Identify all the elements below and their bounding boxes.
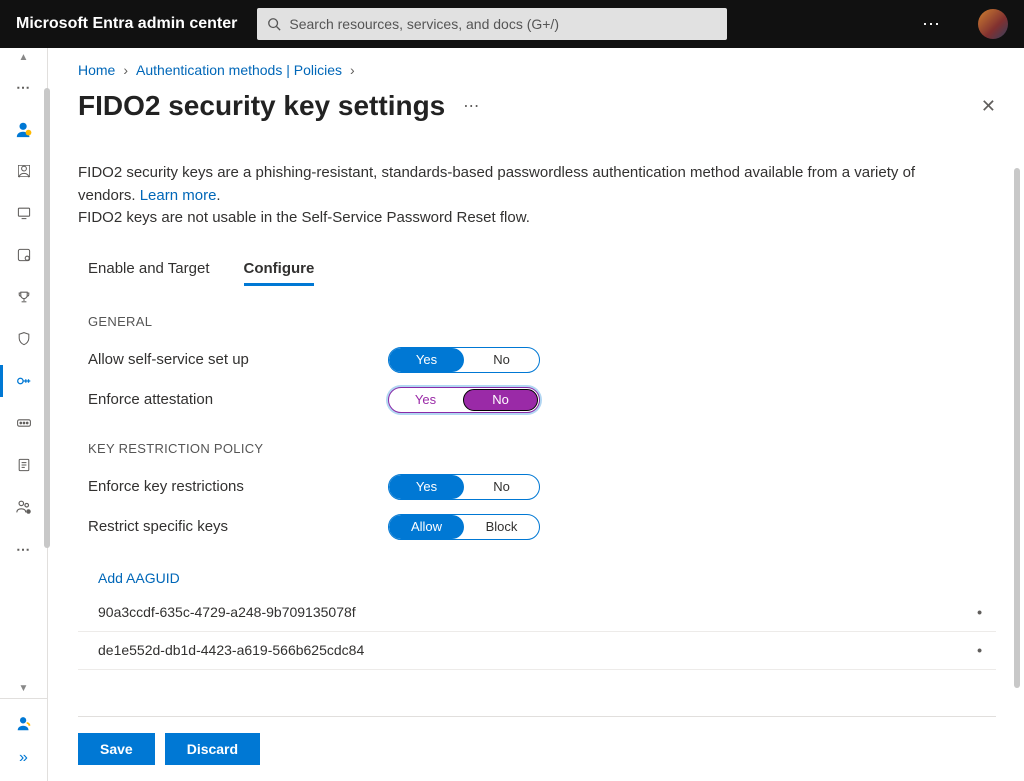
toggle-option-no[interactable]: No <box>463 389 538 411</box>
close-icon[interactable]: ✕ <box>981 96 996 117</box>
page-description: FIDO2 security keys are a phishing-resis… <box>78 162 948 230</box>
user-avatar[interactable] <box>978 9 1008 39</box>
search-input[interactable]: Search resources, services, and docs (G+… <box>257 8 727 40</box>
page-title: FIDO2 security key settings <box>78 90 445 122</box>
search-icon <box>267 17 281 31</box>
toggle-option-yes[interactable]: Yes <box>389 388 462 412</box>
main-content: Home › Authentication methods | Policies… <box>48 48 1024 781</box>
add-aaguid-link[interactable]: Add AAGUID <box>98 570 996 586</box>
header-more-icon[interactable]: ⋯ <box>922 14 942 35</box>
learn-more-link[interactable]: Learn more <box>140 187 217 204</box>
nav-shield-icon[interactable] <box>14 329 34 349</box>
toggle-option-yes[interactable]: Yes <box>389 348 464 372</box>
toggle-option-yes[interactable]: Yes <box>389 475 464 499</box>
row-more-icon[interactable]: • <box>977 642 982 658</box>
nav-people-icon[interactable] <box>14 497 34 517</box>
tab-enable-and-target[interactable]: Enable and Target <box>88 260 210 286</box>
toggle-restrict-keys[interactable]: Allow Block <box>388 514 540 540</box>
chevron-right-icon: › <box>123 62 128 78</box>
toggle-option-allow[interactable]: Allow <box>389 515 464 539</box>
toggle-option-no[interactable]: No <box>464 475 539 499</box>
aaguid-row[interactable]: de1e552d-db1d-4423-a619-566b625cdc84 • <box>78 632 996 670</box>
toggle-attestation[interactable]: Yes No <box>388 387 540 413</box>
toggle-key-restrictions[interactable]: Yes No <box>388 474 540 500</box>
breadcrumb-auth-methods[interactable]: Authentication methods | Policies <box>136 62 342 78</box>
toggle-self-service[interactable]: Yes No <box>388 347 540 373</box>
footer: Save Discard <box>78 716 996 781</box>
left-nav: ▲ ⋯ <box>0 48 48 781</box>
breadcrumb: Home › Authentication methods | Policies… <box>78 62 996 78</box>
discard-button[interactable]: Discard <box>165 733 260 765</box>
label-self-service: Allow self-service set up <box>88 351 388 368</box>
top-header: Microsoft Entra admin center Search reso… <box>0 0 1024 48</box>
save-button[interactable]: Save <box>78 733 155 765</box>
nav-app-icon[interactable] <box>14 245 34 265</box>
label-key-restrictions: Enforce key restrictions <box>88 478 388 495</box>
chevron-right-icon: › <box>350 62 355 78</box>
tabs: Enable and Target Configure <box>88 260 996 286</box>
section-general: GENERAL <box>88 314 996 329</box>
nav-scroll-up[interactable]: ▲ <box>15 48 33 67</box>
app-title: Microsoft Entra admin center <box>16 15 237 33</box>
main-scrollbar[interactable] <box>1014 168 1020 688</box>
nav-document-icon[interactable] <box>14 455 34 475</box>
toggle-option-block[interactable]: Block <box>464 515 539 539</box>
nav-key-icon[interactable] <box>14 371 34 391</box>
nav-trophy-icon[interactable] <box>14 287 34 307</box>
section-key-restriction: KEY RESTRICTION POLICY <box>88 441 996 456</box>
label-attestation: Enforce attestation <box>88 391 388 408</box>
toggle-option-no[interactable]: No <box>464 348 539 372</box>
nav-user-icon[interactable] <box>14 119 34 139</box>
nav-identity-icon[interactable] <box>14 161 34 181</box>
title-more-icon[interactable]: ⋯ <box>463 96 481 116</box>
breadcrumb-home[interactable]: Home <box>78 62 115 78</box>
nav-password-icon[interactable] <box>14 413 34 433</box>
nav-expand-icon[interactable]: » <box>19 749 28 767</box>
nav-ellipsis-bottom[interactable]: ⋯ <box>14 539 34 559</box>
aaguid-value: 90a3ccdf-635c-4729-a248-9b709135078f <box>98 604 356 620</box>
nav-support-icon[interactable] <box>14 713 34 733</box>
aaguid-row[interactable]: 90a3ccdf-635c-4729-a248-9b709135078f • <box>78 594 996 632</box>
label-restrict-keys: Restrict specific keys <box>88 518 388 535</box>
nav-ellipsis-top[interactable]: ⋯ <box>14 77 34 97</box>
nav-scroll-down[interactable]: ▼ <box>15 679 33 698</box>
aaguid-value: de1e552d-db1d-4423-a619-566b625cdc84 <box>98 642 364 658</box>
tab-configure[interactable]: Configure <box>244 260 315 286</box>
nav-device-icon[interactable] <box>14 203 34 223</box>
row-more-icon[interactable]: • <box>977 604 982 620</box>
search-placeholder: Search resources, services, and docs (G+… <box>289 16 559 32</box>
